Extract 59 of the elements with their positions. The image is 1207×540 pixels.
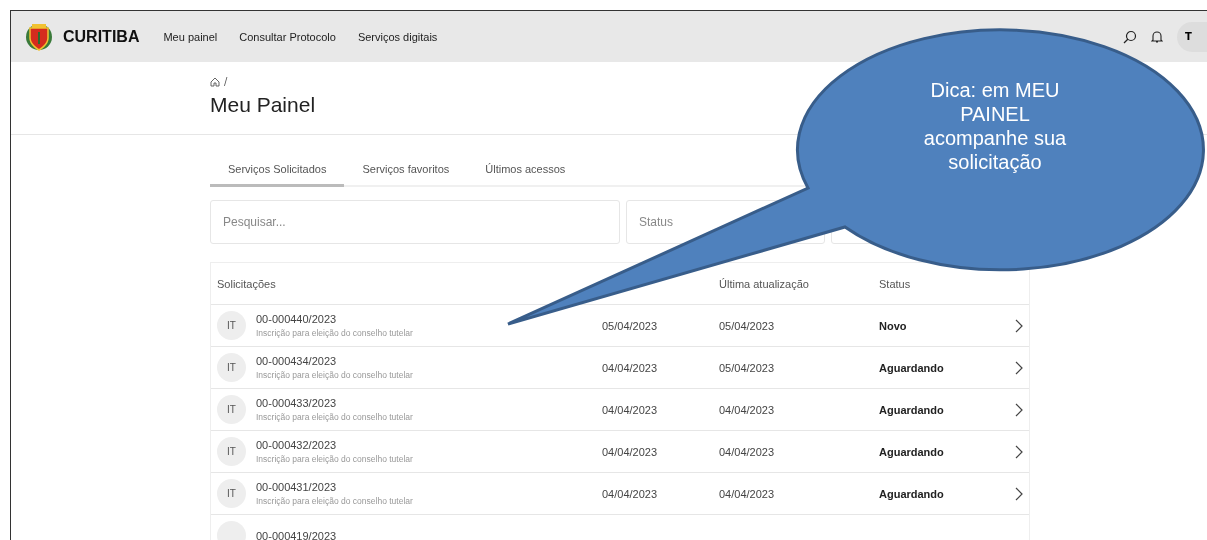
column-header: Última atualização xyxy=(719,277,810,290)
table-row[interactable]: IT 00-000433/2023 Inscrição para eleição do conselho tutelar 04/04/2023 04/04/2023 Aguardando xyxy=(211,389,1029,431)
initials-avatar: IT xyxy=(217,437,246,466)
table-row[interactable]: 00-000419/2023 xyxy=(211,515,1029,540)
user-avatar[interactable]: T xyxy=(1177,21,1207,52)
status-cell-text: Aguardando xyxy=(879,445,945,458)
table-row[interactable]: IT 00-000432/2023 Inscrição para eleição do conselho tutelar 04/04/2023 04/04/2023 Aguardando xyxy=(211,431,1029,473)
protocol-number: 00-000433/2023 xyxy=(256,397,338,409)
protocol-number: 00-000431/2023 xyxy=(256,481,338,493)
initials-avatar: IT xyxy=(217,479,246,508)
protocol-number: 00-000432/2023 xyxy=(256,439,338,451)
nav-link[interactable]: Consultar Protocolo xyxy=(239,30,336,43)
status-cell-text: Novo xyxy=(879,319,908,332)
protocol-number: 00-000434/2023 xyxy=(256,355,338,367)
tab[interactable]: Serviços favoritos xyxy=(344,155,468,187)
bell-icon[interactable] xyxy=(1151,29,1163,44)
date-cell-text: 04/04/2023 xyxy=(602,361,659,374)
date-cell-text: 05/04/2023 xyxy=(719,319,776,332)
home-icon[interactable] xyxy=(210,76,220,87)
initials-avatar: IT xyxy=(217,311,246,340)
chevron-right-icon[interactable] xyxy=(1015,360,1023,375)
nav-link[interactable]: Meu painel xyxy=(163,30,218,43)
logo-text[interactable]: CURITIBA xyxy=(63,27,140,46)
initials-avatar: IT xyxy=(217,395,246,424)
status-cell-text: Aguardando xyxy=(879,361,945,374)
status-cell-text: Aguardando xyxy=(879,403,945,416)
search-icon[interactable] xyxy=(1123,29,1137,44)
date-cell-text: 04/04/2023 xyxy=(602,445,659,458)
chevron-right-icon[interactable] xyxy=(1015,444,1023,459)
date-cell-text: 04/04/2023 xyxy=(719,445,776,458)
date-cell-text: 04/04/2023 xyxy=(719,487,776,500)
tab[interactable]: Serviços Solicitados xyxy=(210,155,345,187)
service-description: Inscrição para eleição do conselho tutelar xyxy=(256,454,413,464)
chevron-right-icon[interactable] xyxy=(1015,402,1023,417)
nav-link[interactable]: Serviços digitais xyxy=(357,30,438,43)
column-header: Solicitações xyxy=(217,277,277,290)
initials-avatar: IT xyxy=(217,353,246,382)
date-cell-text: 04/04/2023 xyxy=(602,403,659,416)
service-description: Inscrição para eleição do conselho tutelar xyxy=(256,328,413,338)
service-description: Inscrição para eleição do conselho tutelar xyxy=(256,496,413,506)
page-title: Meu Painel xyxy=(210,93,316,117)
date-cell-text: 05/04/2023 xyxy=(719,361,776,374)
table-row[interactable]: IT 00-000431/2023 Inscrição para eleição do conselho tutelar 04/04/2023 04/04/2023 Aguardando xyxy=(211,473,1029,515)
chevron-right-icon[interactable] xyxy=(1015,318,1023,333)
protocol-number: 00-000440/2023 xyxy=(256,313,338,325)
date-cell-text: 04/04/2023 xyxy=(602,487,659,500)
breadcrumb-separator: / xyxy=(224,76,228,87)
date-cell-text: 04/04/2023 xyxy=(719,403,776,416)
tooltip-text: Dica: em MEU PAINEL acompanhe sua solicitação xyxy=(922,78,1068,174)
service-description: Inscrição para eleição do conselho tutelar xyxy=(256,412,413,422)
protocol-number: 00-000419/2023 xyxy=(256,529,337,540)
table-row[interactable]: IT 00-000434/2023 Inscrição para eleição do conselho tutelar 04/04/2023 05/04/2023 Aguardando xyxy=(211,347,1029,389)
chevron-right-icon[interactable] xyxy=(1015,486,1023,501)
date-cell-text: 05/04/2023 xyxy=(602,319,659,332)
column-header: Status xyxy=(879,277,912,290)
service-description: Inscrição para eleição do conselho tutelar xyxy=(256,370,413,380)
search-field[interactable]: Pesquisar... xyxy=(210,200,620,244)
status-cell-text: Aguardando xyxy=(879,487,945,500)
tab[interactable]: Últimos acessos xyxy=(467,155,584,187)
